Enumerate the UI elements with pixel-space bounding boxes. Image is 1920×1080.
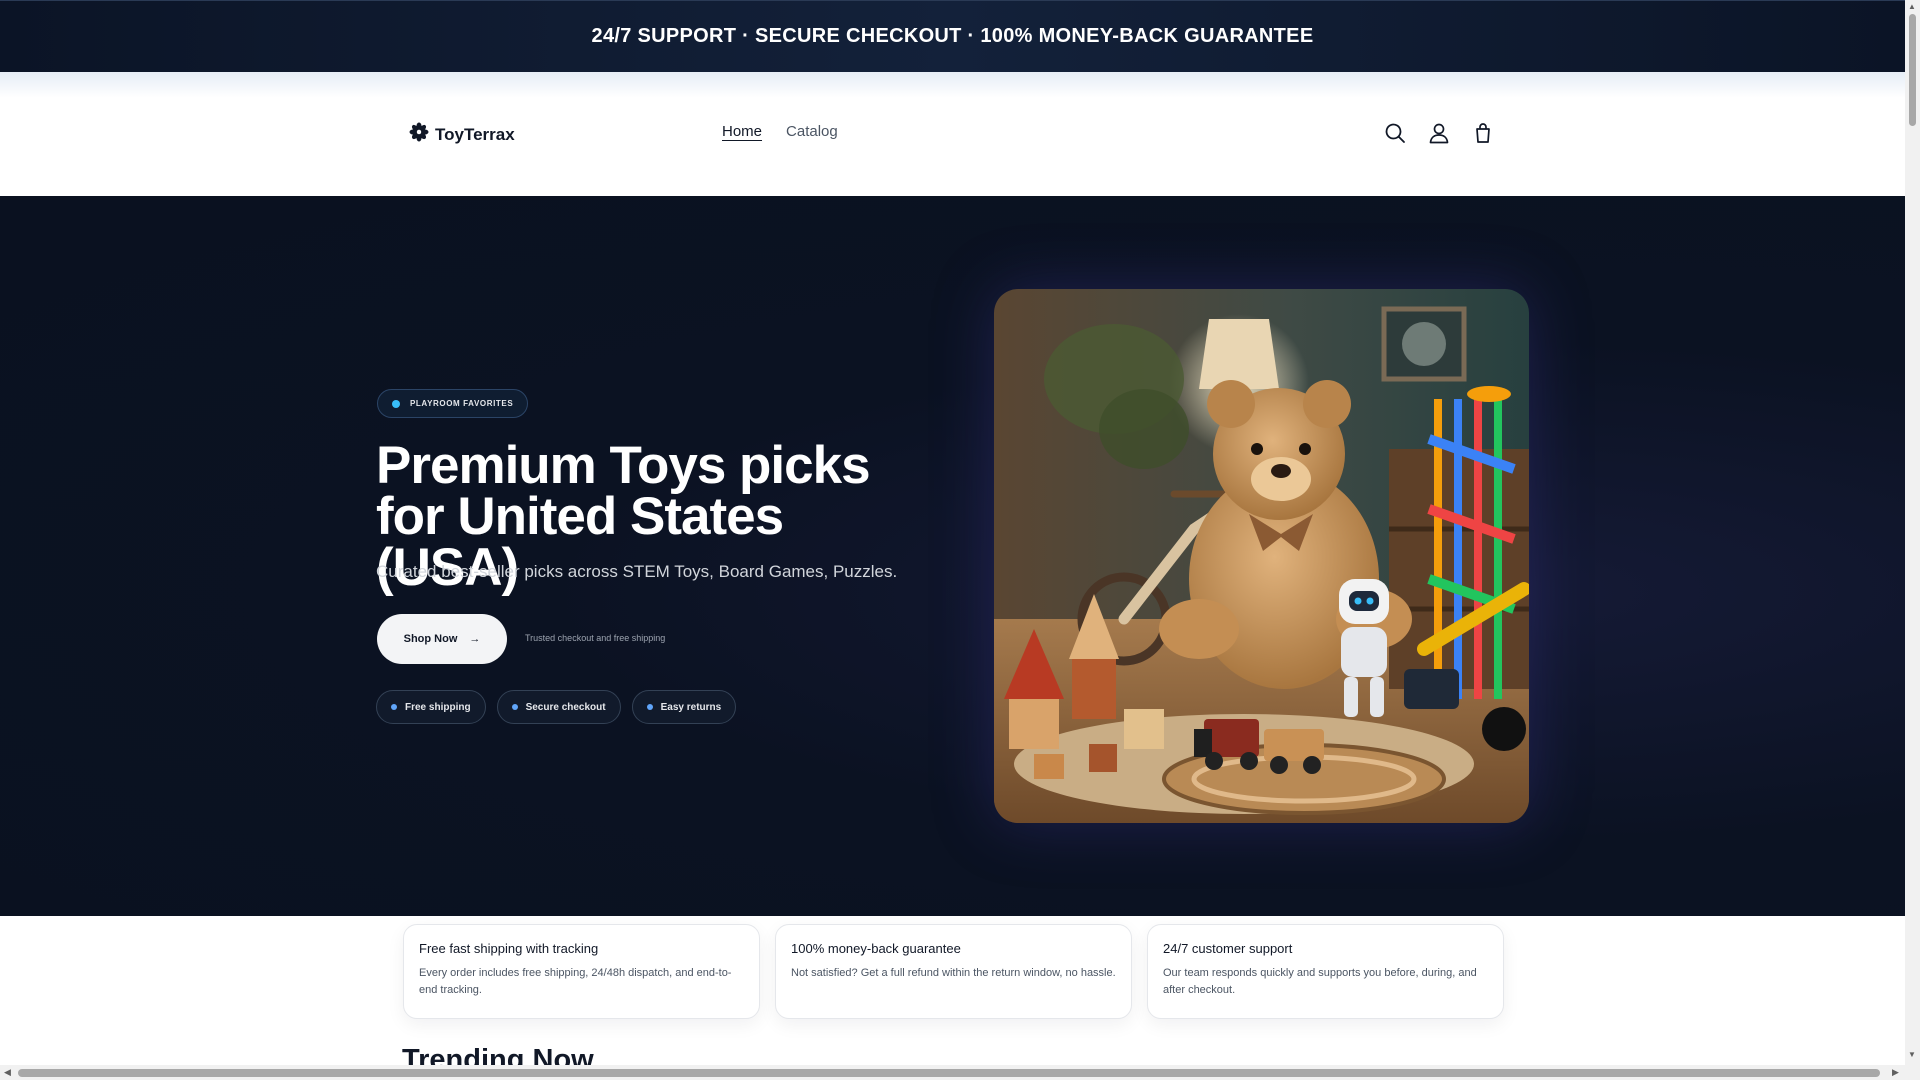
feature-card-support: 24/7 customer support Our team responds … xyxy=(1147,924,1504,1019)
announcement-text: 24/7 SUPPORT · SECURE CHECKOUT · 100% MO… xyxy=(591,25,1314,47)
eyebrow-text: PLAYROOM FAVORITES xyxy=(410,399,514,408)
trust-note: Trusted checkout and free shipping xyxy=(525,633,666,643)
pill-secure-checkout: Secure checkout xyxy=(496,690,621,724)
pill-dot xyxy=(391,704,397,710)
hero-subtitle: Curated best-seller picks across STEM To… xyxy=(376,562,898,581)
feature-text: Our team responds quickly and supports y… xyxy=(1163,967,1477,996)
nav-catalog[interactable]: Catalog xyxy=(786,123,838,140)
feature-title: Free fast shipping with tracking xyxy=(419,941,599,956)
scroll-left-arrow-icon[interactable]: ◀ xyxy=(4,1067,11,1078)
pill-free-shipping: Free shipping xyxy=(376,690,486,724)
hero-section xyxy=(0,196,1905,916)
scroll-up-arrow-icon[interactable]: ▲ xyxy=(1908,2,1916,11)
vertical-scroll-thumb[interactable] xyxy=(1909,14,1916,126)
announcement-bar: 24/7 SUPPORT · SECURE CHECKOUT · 100% MO… xyxy=(0,0,1905,72)
scroll-right-arrow-icon[interactable]: ▶ xyxy=(1892,1067,1899,1078)
account-icon[interactable] xyxy=(1427,121,1450,144)
logo-icon xyxy=(409,122,429,147)
pill-label: Easy returns xyxy=(660,701,722,713)
pill-dot xyxy=(511,704,518,710)
feature-text: Every order includes free shipping, 24/4… xyxy=(419,967,732,996)
hero-image xyxy=(994,289,1529,823)
feature-card-shipping: Free fast shipping with tracking Every o… xyxy=(403,924,760,1019)
pill-label: Free shipping xyxy=(405,701,471,713)
arrow-right-icon: → xyxy=(469,633,481,645)
feature-title: 24/7 customer support xyxy=(1163,941,1293,956)
main-nav: Home Catalog xyxy=(722,123,838,140)
hero-feature-pills: Free shipping Secure checkout Easy retur… xyxy=(376,690,737,724)
pill-dot xyxy=(646,704,653,710)
feature-text: Not satisfied? Get a full refund within … xyxy=(791,967,1116,979)
logo-text: ToyTerrax xyxy=(435,124,515,144)
horizontal-scroll-thumb[interactable] xyxy=(18,1069,1880,1077)
feature-card-guarantee: 100% money-back guarantee Not satisfied?… xyxy=(775,924,1132,1019)
site-header xyxy=(0,72,1905,196)
pill-label: Secure checkout xyxy=(525,701,606,713)
cart-icon[interactable] xyxy=(1471,121,1494,144)
scroll-down-arrow-icon[interactable]: ▼ xyxy=(1908,1050,1916,1059)
badge-dot xyxy=(392,399,400,408)
search-icon[interactable] xyxy=(1383,121,1406,144)
vertical-scrollbar[interactable]: ▲ ▼ xyxy=(1905,0,1920,1080)
store-logo[interactable]: ToyTerrax xyxy=(409,122,515,147)
features-row: Free fast shipping with tracking Every o… xyxy=(403,924,1504,1019)
feature-title: 100% money-back guarantee xyxy=(791,941,961,956)
shop-now-button[interactable]: Shop Now → xyxy=(377,614,507,664)
pill-easy-returns: Easy returns xyxy=(631,690,737,724)
shop-now-label: Shop Now xyxy=(403,633,458,645)
horizontal-scrollbar[interactable]: ◀ ▶ xyxy=(0,1065,1905,1080)
header-actions xyxy=(1383,121,1494,144)
hero-eyebrow-badge: PLAYROOM FAVORITES xyxy=(377,389,529,418)
nav-home[interactable]: Home xyxy=(722,123,762,140)
